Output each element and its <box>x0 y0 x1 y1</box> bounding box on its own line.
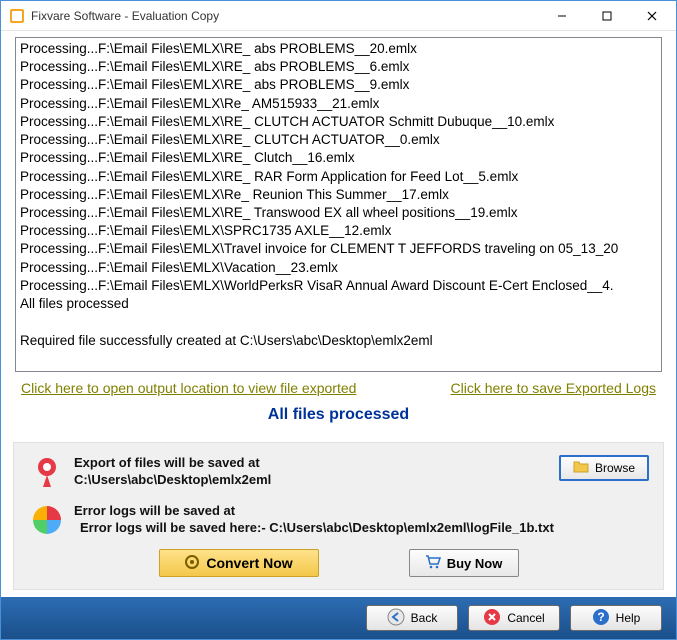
folder-icon <box>573 460 589 477</box>
log-line: Required file successfully created at C:… <box>20 332 657 350</box>
minimize-button[interactable] <box>539 1 584 30</box>
help-icon: ? <box>592 608 610 629</box>
help-label: Help <box>616 611 641 625</box>
export-label: Export of files will be saved at <box>74 455 539 470</box>
back-icon <box>387 608 405 629</box>
open-output-link[interactable]: Click here to open output location to vi… <box>21 380 356 396</box>
gear-icon <box>184 554 200 573</box>
help-button[interactable]: ? Help <box>570 605 662 631</box>
maximize-button[interactable] <box>584 1 629 30</box>
buy-label: Buy Now <box>447 556 503 571</box>
log-line: Processing...F:\Email Files\EMLX\RE_ CLU… <box>20 131 657 149</box>
links-row: Click here to open output location to vi… <box>3 378 674 402</box>
log-line <box>20 313 657 331</box>
svg-text:?: ? <box>597 610 604 624</box>
cancel-label: Cancel <box>507 611 544 625</box>
log-line: Processing...F:\Email Files\EMLX\RE_ RAR… <box>20 168 657 186</box>
back-label: Back <box>411 611 438 625</box>
log-line: Processing...F:\Email Files\EMLX\WorldPe… <box>20 277 657 295</box>
cancel-icon <box>483 608 501 629</box>
export-path: C:\Users\abc\Desktop\emlx2eml <box>74 472 539 487</box>
cancel-button[interactable]: Cancel <box>468 605 560 631</box>
export-row: Export of files will be saved at C:\User… <box>28 455 649 489</box>
pin-icon <box>28 455 66 489</box>
log-output[interactable]: Processing...F:\Email Files\EMLX\RE_ abs… <box>15 37 662 372</box>
titlebar: Fixvare Software - Evaluation Copy <box>1 1 676 31</box>
log-line: Processing...F:\Email Files\EMLX\RE_ abs… <box>20 76 657 94</box>
errorlog-row: Error logs will be saved at Error logs w… <box>28 503 649 535</box>
log-line: Processing...F:\Email Files\EMLX\RE_ Clu… <box>20 149 657 167</box>
log-line: Processing...F:\Email Files\EMLX\Vacatio… <box>20 259 657 277</box>
log-line: Processing...F:\Email Files\EMLX\Re_ AM5… <box>20 95 657 113</box>
errorlog-label: Error logs will be saved at <box>74 503 649 518</box>
log-line: Processing...F:\Email Files\EMLX\SPRC173… <box>20 222 657 240</box>
app-window: Fixvare Software - Evaluation Copy Proce… <box>0 0 677 640</box>
errorlog-path: Error logs will be saved here:- C:\Users… <box>74 520 649 535</box>
log-line: Processing...F:\Email Files\EMLX\RE_ Tra… <box>20 204 657 222</box>
app-icon <box>9 8 25 24</box>
status-message: All files processed <box>3 402 674 436</box>
log-line: Processing...F:\Email Files\EMLX\RE_ abs… <box>20 40 657 58</box>
convert-button[interactable]: Convert Now <box>159 549 319 577</box>
log-line: Processing...F:\Email Files\EMLX\Travel … <box>20 240 657 258</box>
window-title: Fixvare Software - Evaluation Copy <box>31 9 539 23</box>
browse-button[interactable]: Browse <box>559 455 649 481</box>
back-button[interactable]: Back <box>366 605 458 631</box>
settings-panel: Export of files will be saved at C:\User… <box>13 442 664 590</box>
log-line: Processing...F:\Email Files\EMLX\RE_ abs… <box>20 58 657 76</box>
close-button[interactable] <box>629 1 674 30</box>
save-logs-link[interactable]: Click here to save Exported Logs <box>451 380 656 396</box>
window-controls <box>539 1 674 30</box>
content-area: Processing...F:\Email Files\EMLX\RE_ abs… <box>1 31 676 597</box>
log-line: Processing...F:\Email Files\EMLX\Re_ Reu… <box>20 186 657 204</box>
buy-button[interactable]: Buy Now <box>409 549 519 577</box>
log-line: Processing...F:\Email Files\EMLX\RE_ CLU… <box>20 113 657 131</box>
footer: Back Cancel ? Help <box>1 597 676 639</box>
log-line: All files processed <box>20 295 657 313</box>
cart-icon <box>425 555 441 572</box>
browse-label: Browse <box>595 461 635 475</box>
convert-label: Convert Now <box>206 555 292 571</box>
action-row: Convert Now Buy Now <box>28 541 649 579</box>
pie-icon <box>28 503 66 535</box>
